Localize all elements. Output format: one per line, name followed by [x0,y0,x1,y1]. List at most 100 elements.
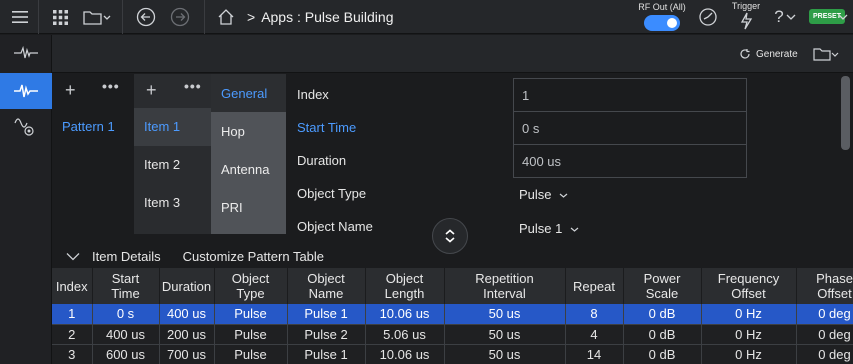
column-header-repeat[interactable]: Repeat [565,268,624,304]
add-item-button[interactable]: + [146,80,157,101]
rail-pulse-building[interactable] [0,73,52,109]
object-name-value: Pulse 1 [519,221,563,234]
back-arrow-icon[interactable] [134,0,158,34]
add-pattern-button[interactable]: + [65,80,76,101]
table-cell: 0 deg [796,304,853,325]
tab-general[interactable]: General [221,86,267,101]
table-cell: 50 us [444,344,566,364]
home-icon[interactable] [214,0,238,34]
item-list-item[interactable]: Item 2 [144,157,180,172]
table-cell: 0 dB [623,344,702,364]
column-header-object-name[interactable]: Object Name [287,268,366,304]
item-details-tab[interactable]: Item Details [92,249,161,264]
divider [204,0,205,34]
table-cell: 0 deg [796,324,853,345]
table-cell: Pulse 1 [287,344,366,364]
column-header-index[interactable]: Index [52,268,93,304]
item-more-button[interactable]: ••• [184,78,202,94]
splitter-toggle-button[interactable] [432,218,468,254]
table-cell: 600 us [92,344,160,364]
collapse-chevron-icon[interactable] [66,252,80,261]
start-time-field[interactable]: 0 s [513,111,747,145]
folder-menu-icon[interactable] [82,0,112,34]
pulse-waveform-icon [14,84,38,98]
pattern-table: Index Start Time Duration Object Type Obje… [52,268,853,364]
trigger-control[interactable]: Trigger [728,1,764,33]
column-header-duration[interactable]: Duration [159,268,215,304]
top-bar: > Apps : Pulse Building RF Out (All) Tri… [0,0,853,34]
column-header-repetition-interval[interactable]: Repetition Interval [444,268,566,304]
tab-pri[interactable]: PRI [221,200,243,215]
table-cell: 0 Hz [701,344,797,364]
table-cell: 2 [52,324,93,345]
rf-out-toggle[interactable] [644,15,680,31]
hamburger-menu-icon[interactable] [8,0,32,34]
waveform-icon [14,46,38,59]
scrollbar-thumb[interactable] [841,76,850,150]
trigger-icon [728,12,764,33]
table-cell: Pulse 1 [287,304,366,325]
table-row[interactable]: 3 600 us 700 us Pulse Pulse 1 10.06 us 5… [52,344,853,364]
help-menu[interactable]: ? [772,0,798,34]
table-cell: 10.06 us [365,344,445,364]
table-cell: 0 Hz [701,304,797,325]
table-cell: 3 [52,344,93,364]
object-name-label: Object Name [297,219,373,234]
table-cell: 5.06 us [365,324,445,345]
chevron-down-icon[interactable] [836,0,850,34]
forward-arrow-icon[interactable] [168,0,192,34]
table-header-row: Index Start Time Duration Object Type Obje… [52,268,853,304]
property-tabs: General Hop Antenna PRI [211,74,286,234]
column-header-phase-offset[interactable]: Phase Offset [796,268,853,304]
rail-waveform-settings[interactable] [0,109,52,145]
item-list-item[interactable]: Item 3 [144,195,180,210]
divider [122,0,123,34]
tab-hop[interactable]: Hop [221,124,245,139]
divider [38,0,39,34]
trigger-label: Trigger [731,1,761,11]
timer-icon[interactable] [696,0,720,34]
help-icon: ? [774,7,784,26]
object-type-dropdown[interactable]: Pulse [519,187,568,202]
column-header-object-length[interactable]: Object Length [365,268,445,304]
table-cell: 1 [52,304,93,325]
table-cell: 50 us [444,324,566,345]
start-time-label: Start Time [297,120,357,135]
column-header-object-type[interactable]: Object Type [214,268,288,304]
table-cell: 0 dB [623,304,702,325]
table-cell: 0 s [92,304,160,325]
table-row[interactable]: 1 0 s 400 us Pulse Pulse 1 10.06 us 50 u… [52,304,853,325]
table-cell: 400 us [159,304,215,325]
left-rail [0,35,52,364]
object-name-dropdown[interactable]: Pulse 1 [519,221,579,234]
properties-panel: Index 1 Start Time 0 s Duration 400 us O… [286,74,838,234]
column-header-power-scale[interactable]: Power Scale [623,268,702,304]
chevron-down-icon [786,14,796,20]
table-cell: 14 [565,344,624,364]
breadcrumb: > Apps : Pulse Building [247,0,394,34]
folder-menu-icon[interactable] [812,35,840,73]
pattern-more-button[interactable]: ••• [102,78,120,94]
rail-signal[interactable] [0,35,52,71]
table-row[interactable]: 2 400 us 200 us Pulse Pulse 2 5.06 us 50… [52,324,853,345]
chevron-down-icon [559,193,568,198]
table-cell: 10.06 us [365,304,445,325]
rf-output-control: RF Out (All) [636,2,688,31]
table-cell: 4 [565,324,624,345]
tab-antenna[interactable]: Antenna [221,162,269,177]
table-cell: Pulse [214,304,288,325]
properties-scrollbar[interactable] [838,74,853,234]
table-cell: 50 us [444,304,566,325]
apps-grid-icon[interactable] [48,0,72,34]
breadcrumb-path[interactable]: Apps : Pulse Building [261,9,393,25]
pattern-list-item[interactable]: Pattern 1 [62,119,115,134]
waveform-gear-icon [14,118,34,136]
generate-button[interactable]: Generate [739,35,798,73]
item-list-item[interactable]: Item 1 [144,119,180,134]
customize-table-tab[interactable]: Customize Pattern Table [183,249,324,264]
column-header-frequency-offset[interactable]: Frequency Offset [701,268,797,304]
table-cell: Pulse 2 [287,324,366,345]
column-header-start-time[interactable]: Start Time [92,268,160,304]
duration-field[interactable]: 400 us [513,144,747,178]
table-cell: 200 us [159,324,215,345]
